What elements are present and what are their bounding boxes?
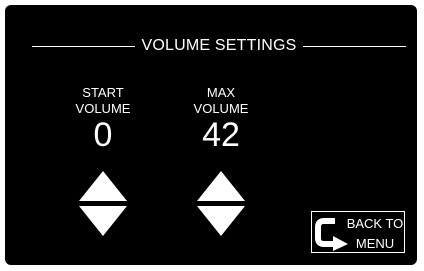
start-volume-label-line2: VOLUME [75,101,131,116]
return-arrow-icon [315,218,348,251]
back-button-label-line1: BACK TO [346,216,404,231]
back-button-label-line2: MENU [355,236,395,251]
triangle-up-icon [79,171,127,201]
title-divider-left [32,45,136,47]
start-volume-value: 0 [93,116,113,154]
triangle-down-icon [79,206,127,236]
start-volume-up-button[interactable] [79,171,127,201]
max-volume-label-line2: VOLUME [193,101,249,116]
start-volume-down-button[interactable] [79,206,127,236]
max-volume-up-button[interactable] [197,171,245,201]
page-title: VOLUME SETTINGS [141,37,297,54]
max-volume-down-button[interactable] [197,206,245,236]
max-volume-group: MAX VOLUME 42 [176,85,266,152]
max-volume-value: 42 [202,116,240,154]
title-row: VOLUME SETTINGS [32,35,406,57]
title-divider-right [302,45,406,47]
start-volume-label-line1: START [82,85,124,100]
settings-screen: VOLUME SETTINGS START VOLUME 0 MAX VOLUM… [5,5,417,265]
back-to-menu-button[interactable]: BACK TO MENU [311,211,405,253]
start-volume-group: START VOLUME 0 [58,85,148,152]
max-volume-label-line1: MAX [206,85,236,100]
back-button-label: BACK TO MENU [345,216,405,252]
triangle-up-icon [197,171,245,201]
triangle-down-icon [197,206,245,236]
